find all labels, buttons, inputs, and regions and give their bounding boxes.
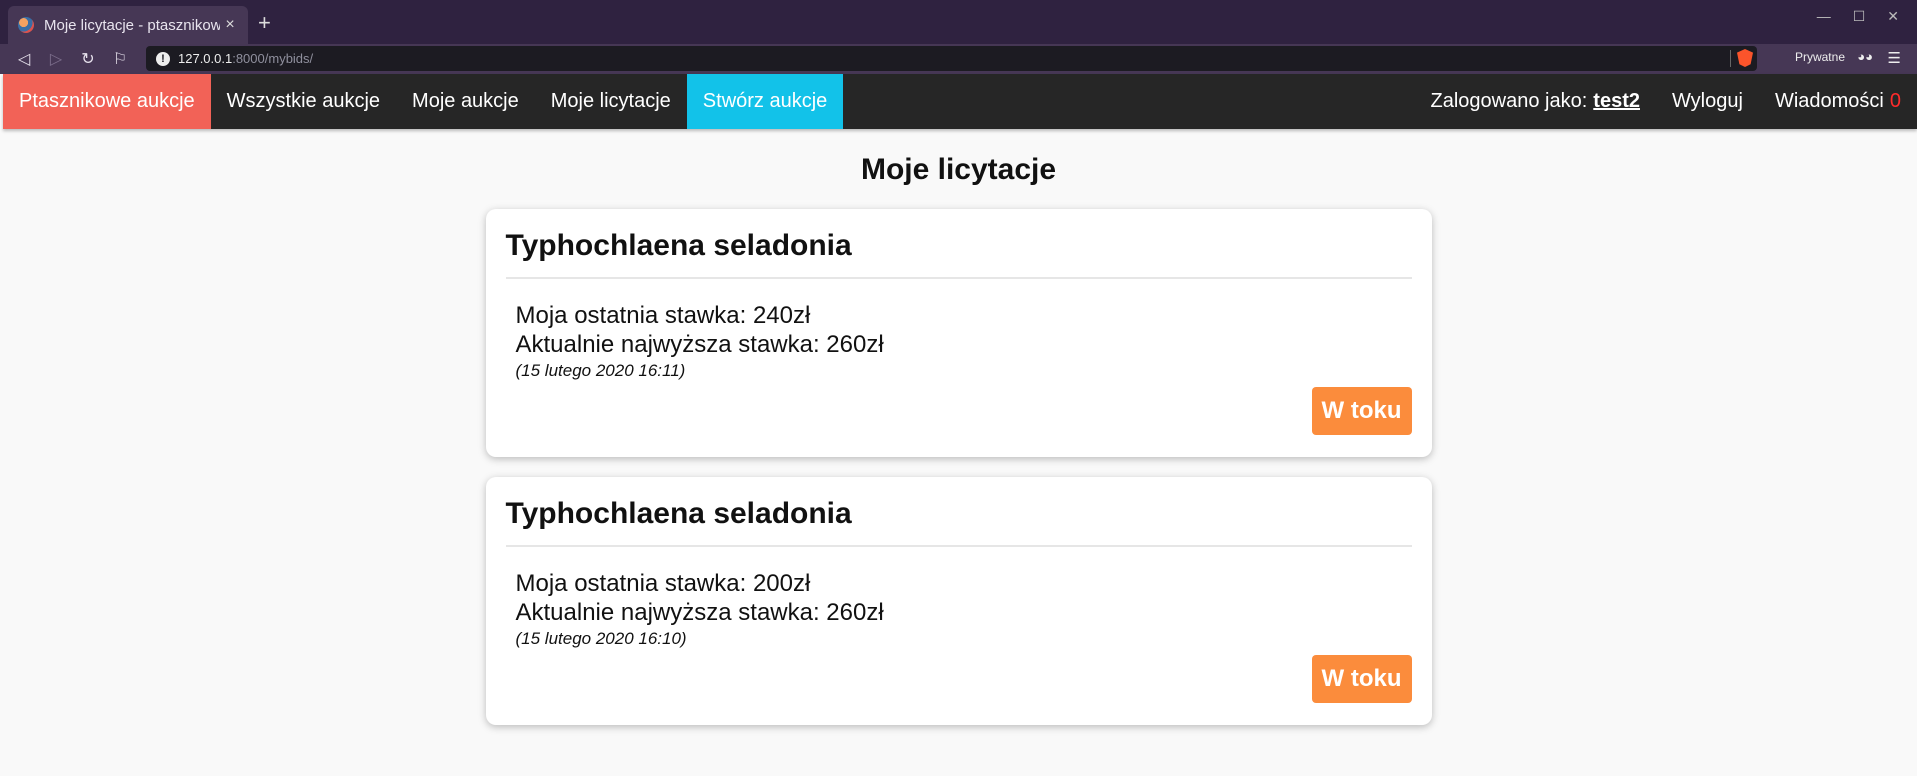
- bid-title[interactable]: Typhochlaena seladonia: [506, 229, 1412, 263]
- highest-bid: Aktualnie najwyższa stawka: 260zł: [515, 599, 884, 626]
- nav-messages[interactable]: Wiadomości 0: [1759, 74, 1917, 129]
- browser-toolbar: ◁ ▷ ↻ ⚐ ! 127.0.0.1:8000/mybids/ Prywatn…: [0, 44, 1917, 73]
- nav-user[interactable]: Zalogowano jako: test2: [1415, 74, 1656, 129]
- bookmark-icon[interactable]: ⚐: [104, 49, 136, 69]
- page-title: Moje licytacje: [860, 153, 1057, 186]
- bid-details: Moja ostatnia stawka: 240zł Aktualnie na…: [506, 301, 1412, 381]
- bid-title[interactable]: Typhochlaena seladonia: [506, 497, 1412, 531]
- nav-brand-link[interactable]: Ptasznikowe aukcje: [3, 74, 211, 129]
- card-divider: [505, 545, 1412, 547]
- nav-right-group: Zalogowano jako: test2 Wyloguj Wiadomośc…: [1415, 74, 1917, 129]
- back-icon[interactable]: ◁: [8, 49, 40, 69]
- minimize-icon[interactable]: —: [1817, 8, 1831, 25]
- messages-count-badge: 0: [1889, 90, 1901, 112]
- close-tab-icon[interactable]: ×: [220, 16, 240, 34]
- nav-create-auction[interactable]: Stwórz aukcje: [686, 74, 844, 129]
- new-tab-button[interactable]: +: [258, 10, 271, 36]
- menu-icon[interactable]: ☰: [1888, 49, 1901, 67]
- site-navbar: Ptasznikowe aukcje Wszystkie aukcje Moje…: [3, 74, 1917, 129]
- status-badge: W toku: [1311, 655, 1412, 703]
- messages-label: Wiadomości: [1774, 90, 1884, 112]
- nav-my-auctions[interactable]: Moje aukcje: [396, 74, 535, 129]
- close-window-icon[interactable]: ✕: [1887, 8, 1899, 25]
- bid-card: Typhochlaena seladonia Moja ostatnia sta…: [485, 209, 1432, 457]
- url-path: :8000/mybids/: [232, 51, 314, 66]
- private-label: Prywatne: [1794, 50, 1845, 64]
- nav-logout[interactable]: Wyloguj: [1656, 74, 1759, 129]
- forward-icon[interactable]: ▷: [40, 49, 72, 69]
- favicon-icon: [18, 17, 34, 33]
- status-badge: W toku: [1311, 387, 1412, 435]
- bid-details: Moja ostatnia stawka: 200zł Aktualnie na…: [506, 569, 1412, 649]
- bid-date: (15 lutego 2020 16:11): [515, 361, 686, 380]
- url-bar[interactable]: ! 127.0.0.1:8000/mybids/: [146, 46, 1757, 71]
- username-link[interactable]: test2: [1593, 90, 1640, 113]
- my-last-bid: Moja ostatnia stawka: 240zł: [515, 302, 811, 329]
- maximize-icon[interactable]: ☐: [1853, 8, 1866, 25]
- info-icon[interactable]: !: [156, 51, 170, 66]
- logged-as-label: Zalogowano jako:: [1430, 90, 1588, 112]
- bid-date: (15 lutego 2020 16:10): [515, 629, 687, 648]
- card-divider: [505, 277, 1412, 279]
- highest-bid: Aktualnie najwyższa stawka: 260zł: [515, 331, 884, 358]
- window-controls: — ☐ ✕: [1817, 8, 1899, 25]
- url-divider: [1730, 50, 1731, 67]
- reload-icon[interactable]: ↻: [72, 49, 104, 69]
- private-glasses-icon: ◕◕: [1857, 49, 1873, 64]
- bid-card: Typhochlaena seladonia Moja ostatnia sta…: [485, 477, 1432, 725]
- browser-titlebar: Moje licytacje - ptasznikow × + — ☐ ✕: [0, 0, 1917, 44]
- nav-all-auctions[interactable]: Wszystkie aukcje: [211, 74, 396, 129]
- url-host: 127.0.0.1: [178, 51, 233, 66]
- browser-tab[interactable]: Moje licytacje - ptasznikow ×: [8, 6, 248, 44]
- nav-my-bids[interactable]: Moje licytacje: [535, 74, 687, 129]
- my-last-bid: Moja ostatnia stawka: 200zł: [515, 570, 811, 597]
- brave-icon[interactable]: [1737, 49, 1753, 67]
- tab-title: Moje licytacje - ptasznikow: [44, 16, 220, 34]
